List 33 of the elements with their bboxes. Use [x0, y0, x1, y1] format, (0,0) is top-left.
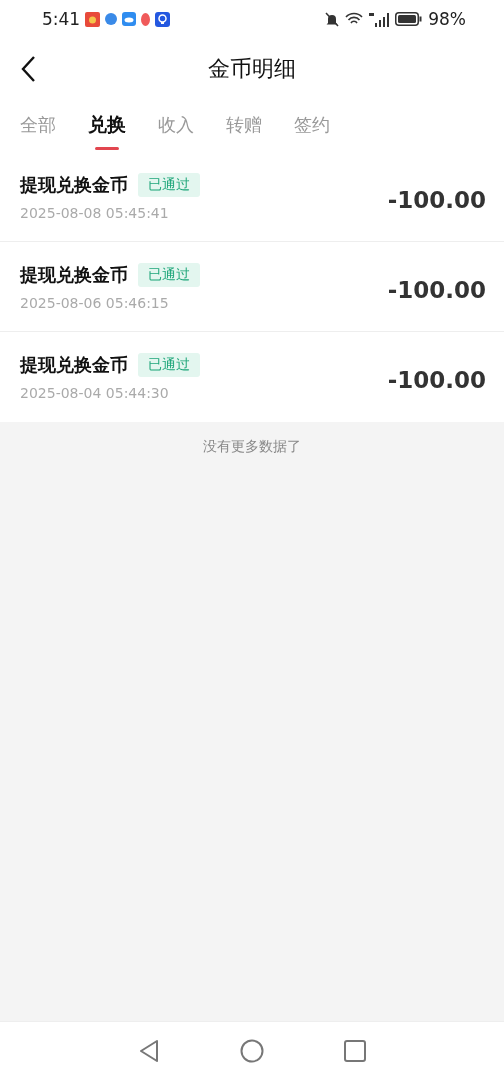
tab[interactable]: 签约 — [278, 106, 346, 152]
record-title: 提现兑换金币 — [20, 172, 128, 197]
record-time: 2025-08-08 05:45:41 — [20, 204, 170, 221]
battery-icon — [395, 12, 423, 26]
tab[interactable]: 收入 — [142, 106, 210, 152]
record-amount: -100.00 — [387, 366, 486, 393]
record-time: 2025-08-04 05:44:30 — [20, 385, 170, 401]
recents-nav-icon[interactable] — [344, 1040, 366, 1062]
record-time: 2025-08-06 05:46:15 — [20, 294, 170, 311]
tab[interactable]: 兑换 — [72, 106, 142, 152]
record-title: 提现兑换金币 — [20, 353, 128, 377]
status-tag: 已通过 — [138, 353, 200, 377]
bulb-icon — [155, 11, 171, 27]
tab[interactable]: 转赠 — [210, 106, 278, 152]
signal-icon — [369, 11, 390, 27]
back-nav-icon[interactable] — [138, 1039, 160, 1063]
app-icon — [141, 12, 151, 26]
status-tag: 已通过 — [138, 172, 200, 197]
mute-bell-icon — [325, 11, 340, 27]
status-tag: 已通过 — [138, 262, 200, 287]
cloud-icon — [122, 12, 137, 26]
record-title: 提现兑换金币 — [20, 262, 128, 287]
app-icon — [85, 11, 101, 27]
app-icon — [105, 13, 118, 25]
wifi-icon — [345, 12, 364, 26]
battery-percent: 98% — [428, 9, 466, 29]
record-amount: -100.00 — [387, 185, 486, 213]
tab[interactable]: 全部 — [4, 106, 72, 152]
home-nav-icon[interactable] — [240, 1039, 264, 1063]
record-amount: -100.00 — [387, 275, 486, 303]
page-title: 金币明细 — [208, 55, 296, 83]
end-of-list-text: 没有更多数据了 — [203, 438, 301, 456]
status-time: 5:41 — [42, 9, 81, 29]
